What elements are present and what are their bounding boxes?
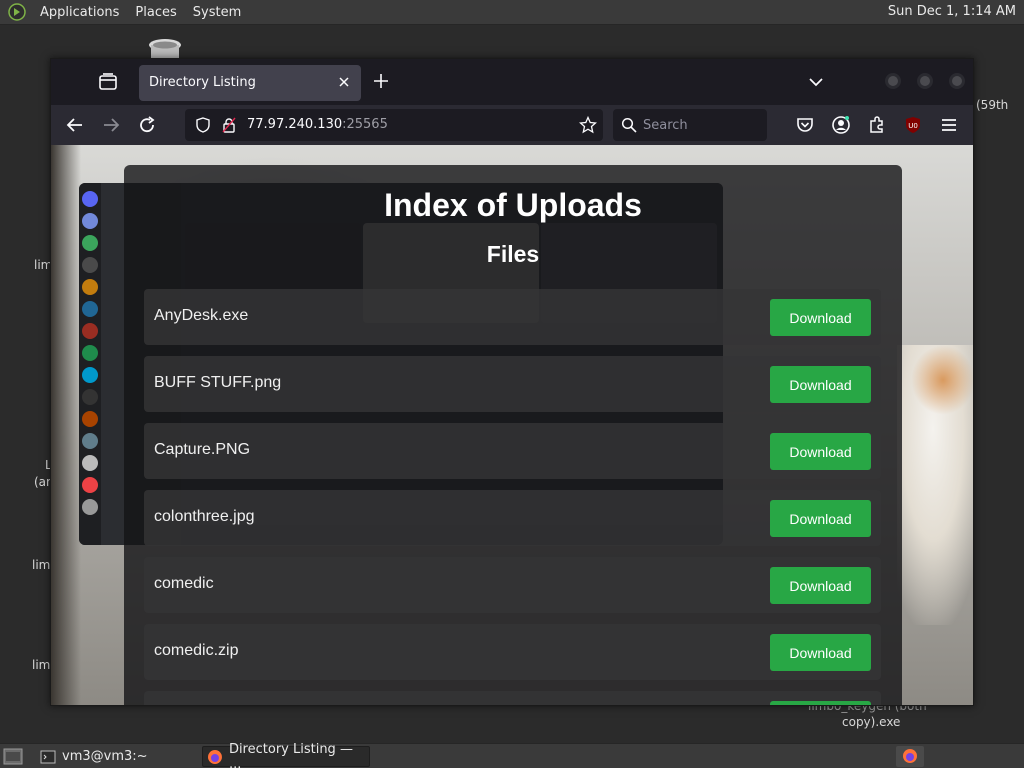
server-icon	[82, 477, 98, 493]
server-icon	[82, 257, 98, 273]
server-icon	[82, 367, 98, 383]
server-icon	[82, 389, 98, 405]
desktop-icon-label[interactable]: lim	[32, 558, 50, 572]
nav-bar: 77.97.240.130:25565 U0	[51, 105, 973, 145]
plus-icon[interactable]	[372, 72, 390, 90]
server-icon	[82, 411, 98, 427]
search-input[interactable]	[643, 115, 761, 135]
server-icon	[82, 235, 98, 251]
bookmark-star-icon[interactable]	[579, 116, 597, 134]
firefox-icon	[903, 749, 917, 763]
places-menu[interactable]: Places	[127, 5, 184, 20]
download-button[interactable]	[770, 701, 871, 705]
tray-firefox[interactable]	[896, 746, 924, 767]
server-icon	[82, 433, 98, 449]
maximize-button[interactable]	[917, 73, 933, 89]
server-icon	[82, 301, 98, 317]
tab-directory-listing[interactable]: Directory Listing	[139, 65, 361, 101]
page-title: Index of Uploads	[384, 187, 642, 223]
reload-icon[interactable]	[137, 115, 157, 135]
taskbar-item-label: vm3@vm3:~	[62, 749, 148, 764]
server-icon	[82, 455, 98, 471]
tracking-shield-icon[interactable]	[195, 117, 211, 133]
page-content: Index of Uploads Files AnyDesk.exe Downl…	[51, 145, 973, 705]
show-desktop-icon[interactable]	[3, 748, 23, 765]
hamburger-menu-icon[interactable]	[939, 115, 959, 135]
firefox-view-icon[interactable]	[97, 71, 119, 93]
file-row: comedic.zip Download	[144, 624, 881, 680]
top-panel: Applications Places System Sun Dec 1, 1:…	[0, 0, 1024, 25]
taskbar-item-firefox[interactable]: Directory Listing — ...	[202, 742, 370, 768]
file-row: colonthree.jpg Download	[144, 490, 881, 546]
firefox-icon	[207, 749, 222, 764]
file-row: AnyDesk.exe Download	[144, 289, 881, 345]
trash-icon[interactable]	[147, 37, 183, 59]
taskbar-item-terminal[interactable]: vm3@vm3:~	[36, 746, 196, 767]
download-button[interactable]: Download	[770, 366, 871, 403]
clock[interactable]: Sun Dec 1, 1:14 AM	[884, 4, 1020, 19]
background-shadow	[51, 145, 81, 705]
file-row	[144, 691, 881, 705]
file-name: comedic.zip	[154, 642, 239, 659]
terminal-icon	[40, 750, 56, 763]
minimize-button[interactable]	[885, 73, 901, 89]
browser-window: Directory Listing 77.97.240.130:25565 Se…	[50, 58, 974, 706]
server-icon	[82, 499, 98, 515]
url-bar[interactable]: 77.97.240.130:25565	[185, 109, 603, 141]
desktop-icon-label[interactable]: copy).exe	[842, 715, 900, 729]
file-name: colonthree.jpg	[154, 508, 255, 525]
url-port: :25565	[342, 117, 388, 132]
account-icon[interactable]	[831, 115, 851, 135]
pocket-icon[interactable]	[795, 115, 815, 135]
server-icon	[82, 191, 98, 207]
file-name: AnyDesk.exe	[154, 307, 249, 324]
uploads-panel: Index of Uploads Files AnyDesk.exe Downl…	[124, 165, 902, 705]
distro-logo-icon[interactable]	[8, 3, 26, 21]
file-row: BUFF STUFF.png Download	[144, 356, 881, 412]
server-rail	[79, 183, 101, 545]
bottom-panel: vm3@vm3:~ Directory Listing — ...	[0, 742, 1024, 768]
lock-icon[interactable]	[221, 117, 237, 133]
section-title: Files	[486, 241, 540, 267]
server-icon	[82, 279, 98, 295]
tab-title: Directory Listing	[149, 75, 256, 90]
download-button[interactable]: Download	[770, 500, 871, 537]
server-icon	[82, 323, 98, 339]
search-bar[interactable]	[613, 109, 767, 141]
download-button[interactable]: Download	[770, 567, 871, 604]
file-row: Capture.PNG Download	[144, 423, 881, 479]
ublock-badge: U0	[908, 122, 918, 130]
back-arrow-icon[interactable]	[65, 115, 85, 135]
download-button[interactable]: Download	[770, 433, 871, 470]
close-window-button[interactable]	[949, 73, 965, 89]
search-icon	[621, 117, 637, 133]
url-text: 77.97.240.130:25565	[247, 117, 388, 132]
extensions-icon[interactable]	[867, 115, 887, 135]
url-host: 77.97.240.130	[247, 117, 343, 132]
file-name: Capture.PNG	[154, 441, 251, 458]
ublock-icon[interactable]: U0	[903, 115, 923, 135]
file-name: comedic	[154, 575, 214, 592]
background-cat-ear	[911, 345, 973, 415]
taskbar-item-label: Directory Listing — ...	[228, 741, 353, 768]
download-button[interactable]: Download	[770, 299, 871, 336]
chevron-down-icon[interactable]	[808, 74, 824, 90]
close-icon[interactable]	[337, 75, 351, 89]
server-icon	[82, 345, 98, 361]
download-button[interactable]: Download	[770, 634, 871, 671]
desktop-icon-label[interactable]: lim	[32, 658, 50, 672]
forward-arrow-icon[interactable]	[101, 115, 121, 135]
system-menu[interactable]: System	[185, 5, 249, 20]
desktop-icon-label[interactable]: (ar	[34, 475, 51, 489]
file-name: BUFF STUFF.png	[154, 374, 282, 391]
server-icon	[82, 213, 98, 229]
file-row: comedic Download	[144, 557, 881, 613]
tab-bar: Directory Listing	[51, 59, 973, 105]
applications-menu[interactable]: Applications	[32, 5, 127, 20]
desktop-icon-label[interactable]: (59th	[976, 98, 1008, 112]
